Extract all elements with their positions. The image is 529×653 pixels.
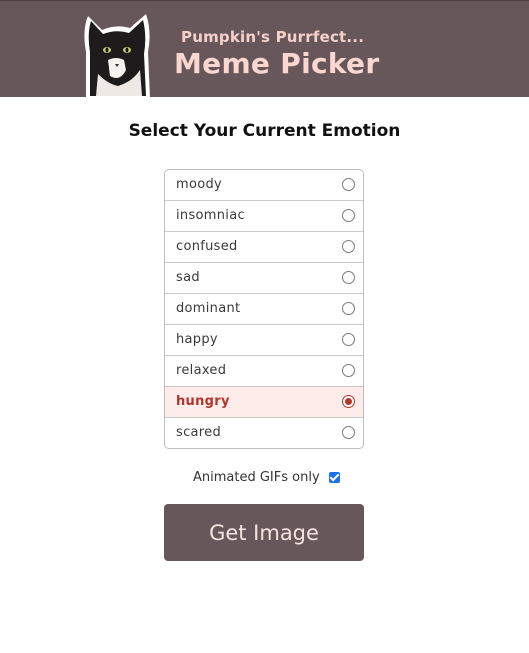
emotion-option-sad[interactable]: sad [165, 263, 363, 294]
get-image-button[interactable]: Get Image [164, 504, 364, 561]
emotion-label: happy [176, 332, 218, 347]
emotion-label: sad [176, 270, 200, 285]
emotion-radio[interactable] [342, 271, 355, 284]
emotion-option-scared[interactable]: scared [165, 418, 363, 448]
emotion-label: confused [176, 239, 238, 254]
emotion-option-happy[interactable]: happy [165, 325, 363, 356]
emotion-radio[interactable] [342, 209, 355, 222]
app-header: Pumpkin's Purrfect... Meme Picker [0, 0, 529, 98]
animated-gifs-label: Animated GIFs only [193, 469, 320, 485]
emotion-label: dominant [176, 301, 241, 316]
emotion-option-dominant[interactable]: dominant [165, 294, 363, 325]
emotion-radio[interactable] [342, 178, 355, 191]
cat-logo-icon [84, 14, 150, 98]
app-title: Meme Picker [174, 47, 380, 80]
emotion-option-relaxed[interactable]: relaxed [165, 356, 363, 387]
animated-gifs-option[interactable]: Animated GIFs only [193, 468, 340, 486]
emotion-label: hungry [176, 394, 230, 409]
emotion-radio[interactable] [342, 333, 355, 346]
emotion-radio[interactable] [342, 426, 355, 439]
emotion-label: moody [176, 177, 223, 192]
emotion-heading: Select Your Current Emotion [128, 121, 401, 141]
emotion-radio-list: moody insomniac confused sad dominant happy re… [164, 169, 364, 449]
emotion-radio[interactable] [342, 364, 355, 377]
header-kicker: Pumpkin's Purrfect... [181, 28, 365, 46]
emotion-option-insomniac[interactable]: insomniac [165, 201, 363, 232]
emotion-radio[interactable] [342, 240, 355, 253]
emotion-option-hungry[interactable]: hungry [165, 387, 363, 418]
emotion-option-moody[interactable]: moody [165, 170, 363, 201]
emotion-radio[interactable] [342, 302, 355, 315]
emotion-label: relaxed [176, 363, 227, 378]
emotion-option-confused[interactable]: confused [165, 232, 363, 263]
animated-gifs-checkbox[interactable] [328, 471, 340, 483]
emotion-label: scared [176, 425, 221, 440]
emotion-radio[interactable] [342, 395, 355, 408]
emotion-label: insomniac [176, 208, 245, 223]
